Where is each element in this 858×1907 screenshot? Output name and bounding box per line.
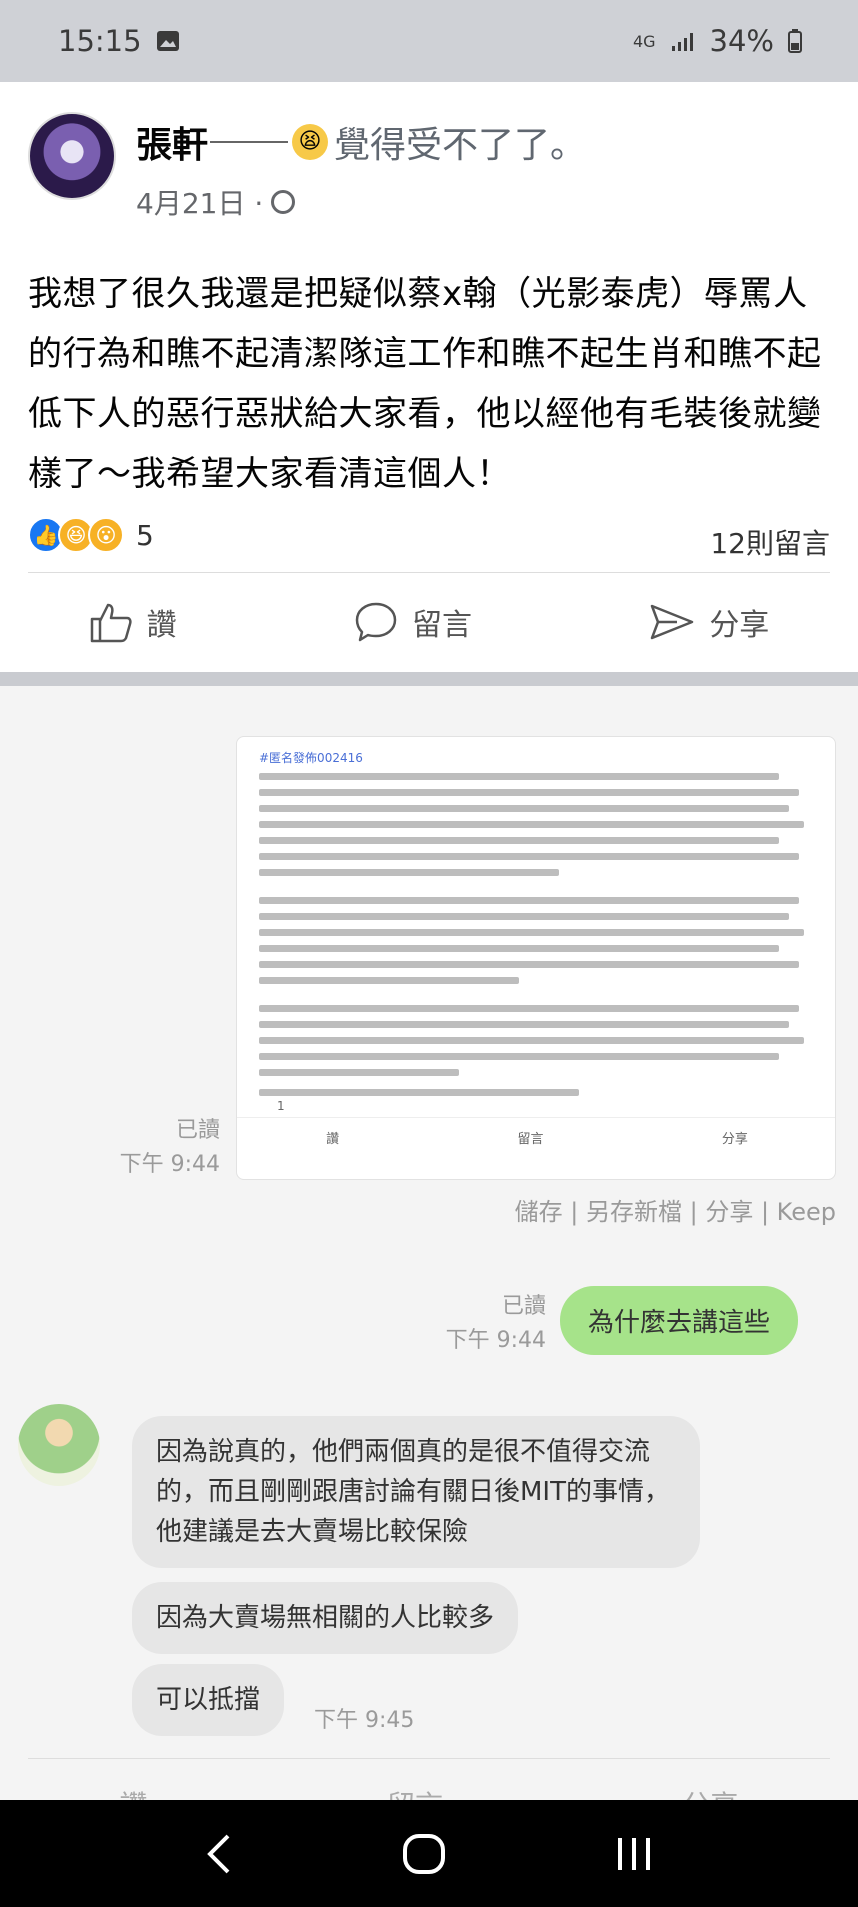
status-time: 15:15 [58, 24, 142, 58]
card-text-line [259, 897, 799, 904]
friend-message-bubble: 因為大賣場無相關的人比較多 [132, 1582, 519, 1654]
card-text-line [259, 1053, 779, 1060]
card-like: 讚 [326, 1132, 340, 1147]
signal-icon [671, 33, 693, 51]
thumbs-up-icon [90, 603, 132, 643]
read-status: 已讀 [175, 1118, 220, 1143]
card-text-line [259, 773, 779, 780]
battery-percent: 34% [709, 24, 774, 58]
share-arrow-icon [651, 604, 694, 640]
status-bar: 15:15 4G 34% [0, 0, 858, 82]
card-text-line [259, 945, 779, 952]
image-save-options[interactable]: 儲存 | 另存新檔 | 分享 | Keep [515, 1192, 836, 1227]
author-avatar[interactable] [28, 112, 116, 200]
friend-message-bubble: 因為說真的，他們兩個真的是很不值得交流的，而且剛剛跟唐討論有關日後MIT的事情，… [132, 1416, 700, 1568]
ghost-comment: 留言 [387, 1784, 443, 1800]
card-text-line [259, 853, 799, 860]
card-reaction-count: 1 [277, 1099, 285, 1113]
read-status: 已讀 [501, 1294, 546, 1319]
back-icon[interactable] [204, 1832, 234, 1876]
card-text-line [259, 913, 789, 920]
background-post-actions: 讚 留言 分享 [0, 1784, 858, 1800]
card-text-line [259, 1089, 579, 1096]
card-tag: #匿名發佈002416 [259, 751, 363, 765]
reactions-summary[interactable]: 👍 😆 😮 5 [28, 517, 154, 553]
post-header: 張軒 😫 覺得受不了了。 [136, 116, 586, 168]
section-separator [0, 672, 858, 686]
post-divider [28, 572, 830, 573]
status-right: 4G 34% [633, 24, 802, 58]
like-label: 讚 [146, 608, 177, 643]
card-text-line [259, 961, 799, 968]
like-button[interactable]: 讚 [89, 600, 177, 644]
share-label: 分享 [709, 608, 770, 643]
home-icon[interactable] [401, 1832, 447, 1876]
author-name[interactable]: 張軒 [136, 116, 208, 168]
read-receipt-2: 已讀 下午 9:44 [420, 1290, 546, 1358]
chat-screenshot: #匿名發佈002416 1 讚 留言 分享 已讀 下午 9:44 儲存 | 另存… [0, 686, 858, 1800]
friend-message-time: 下午 9:45 [314, 1708, 415, 1733]
card-text-line [259, 1069, 459, 1076]
feeling-text: 覺得受不了了。 [334, 125, 587, 166]
status-left: 15:15 [58, 24, 180, 58]
card-text-line [259, 977, 519, 984]
post-body: 我想了很久我還是把疑似蔡x翰（光影泰虎）辱罵人的行為和瞧不起清潔隊這工作和瞧不起… [28, 274, 822, 494]
card-comment: 留言 [517, 1132, 544, 1147]
ghost-like: 讚 [120, 1784, 148, 1800]
read-time: 下午 9:44 [445, 1328, 546, 1353]
comment-bubble-icon [355, 602, 397, 642]
reaction-count: 5 [136, 518, 154, 552]
comment-label: 留言 [411, 608, 472, 643]
battery-icon [788, 29, 802, 53]
card-text-line [259, 805, 789, 812]
post-date[interactable]: 4月21日 · [136, 182, 263, 222]
card-text-line [259, 869, 559, 876]
read-receipt-1: 已讀 下午 9:44 [100, 1114, 220, 1182]
chat-divider [28, 1758, 830, 1759]
card-text-line [259, 837, 779, 844]
card-actions: 讚 留言 分享 [237, 1117, 835, 1147]
card-text-line [259, 929, 804, 936]
post-actions: 讚 留言 分享 [0, 582, 858, 662]
recent-apps-icon[interactable] [614, 1832, 654, 1876]
facebook-post: 張軒 😫 覺得受不了了。 4月21日 · 我想了很久我還是把疑似蔡x翰（光影泰虎… [0, 82, 858, 672]
share-button[interactable]: 分享 [649, 600, 769, 644]
network-type: 4G [632, 31, 656, 51]
card-text-line [259, 789, 799, 796]
tired-face-icon: 😫 [292, 124, 329, 160]
card-share: 分享 [721, 1132, 748, 1147]
card-text-line [259, 821, 804, 828]
post-meta: 4月21日 · [136, 182, 296, 222]
card-text-line [259, 1021, 789, 1028]
globe-icon [271, 190, 296, 214]
friend-avatar[interactable] [18, 1404, 100, 1486]
comment-count[interactable]: 12則留言 [710, 522, 830, 562]
shared-post-screenshot[interactable]: #匿名發佈002416 1 讚 留言 分享 [236, 736, 836, 1180]
card-text-line [259, 1005, 799, 1012]
ghost-share: 分享 [682, 1784, 738, 1800]
feeling-dash [210, 141, 289, 143]
gallery-notification-icon [156, 31, 179, 51]
read-time: 下午 9:44 [119, 1152, 220, 1177]
friend-message-bubble: 可以抵擋 [132, 1664, 285, 1736]
wow-reaction-icon: 😮 [88, 517, 124, 553]
my-message-bubble: 為什麼去講這些 [560, 1286, 799, 1355]
comment-button[interactable]: 留言 [354, 600, 472, 644]
card-text-line [259, 1037, 804, 1044]
android-nav-bar [0, 1800, 858, 1907]
